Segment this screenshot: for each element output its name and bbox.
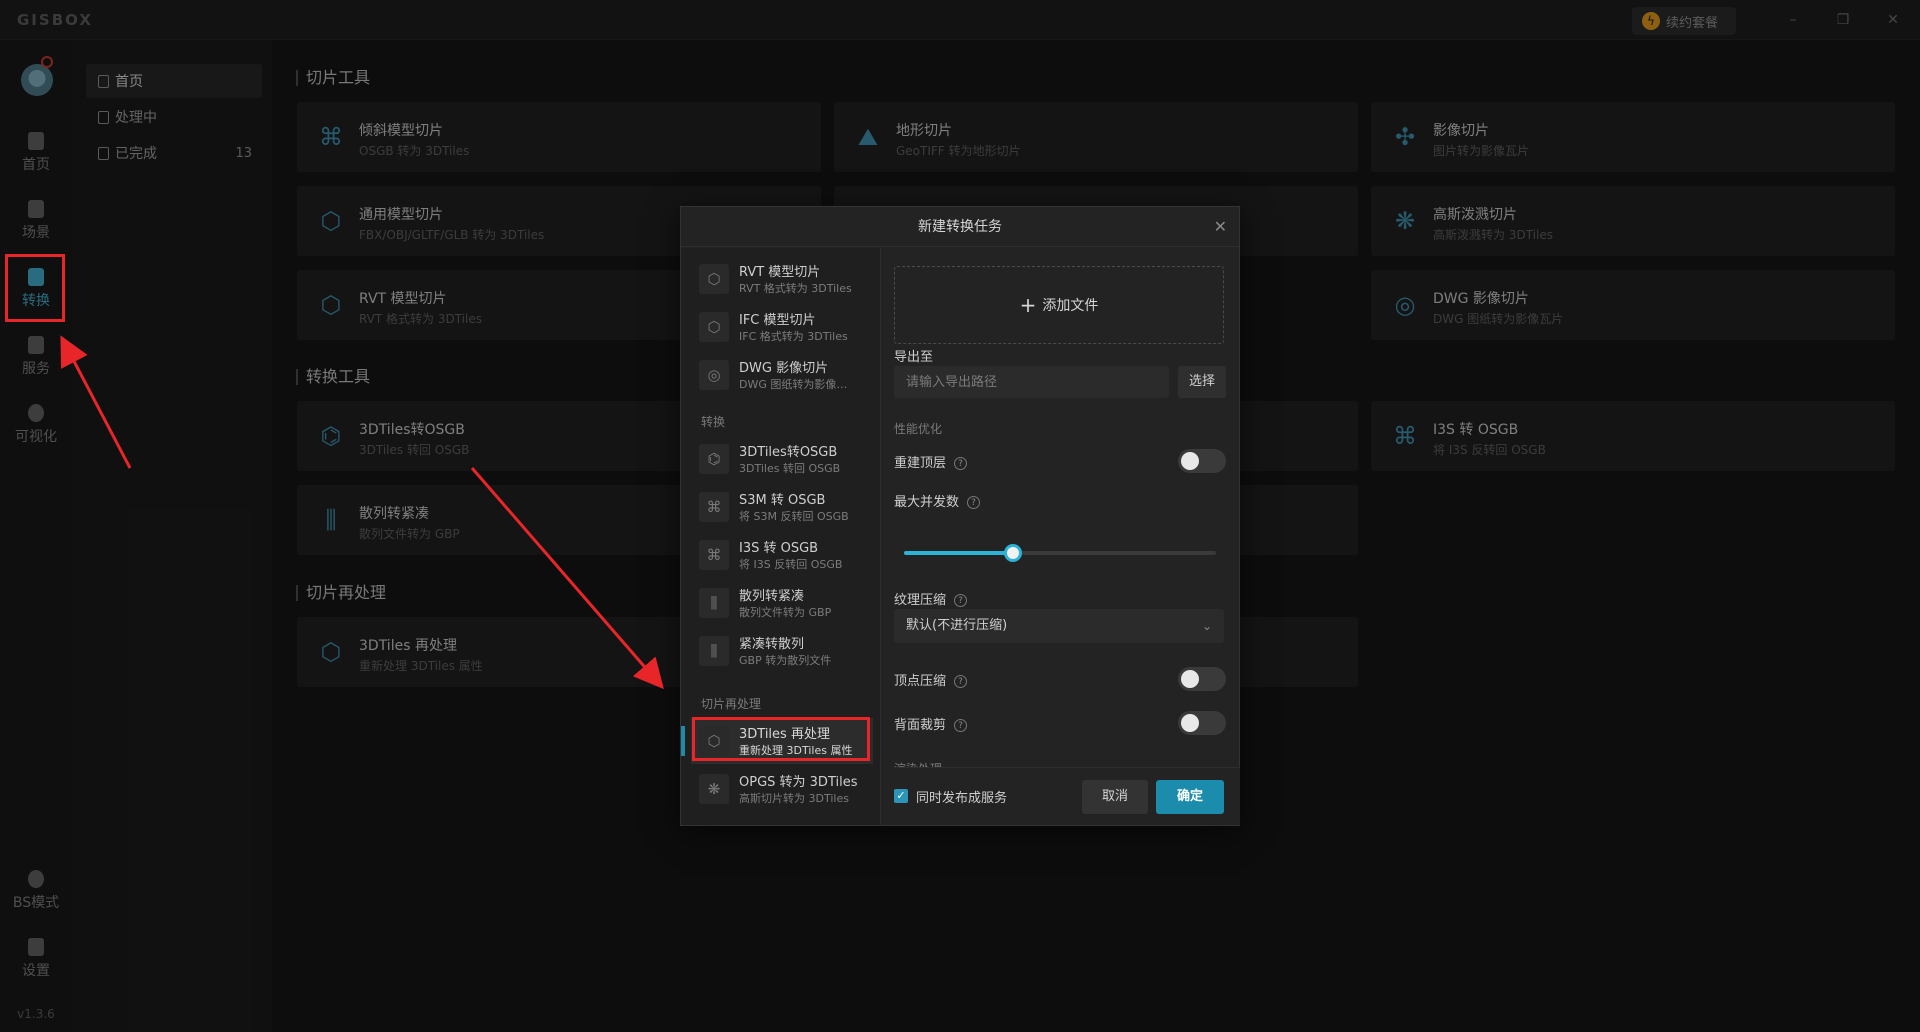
perf-section-label: 性能优化: [894, 422, 943, 436]
task-item-i3s-osgb[interactable]: ⌘ I3S 转 OSGB 将 I3S 反转回 OSGB: [691, 532, 873, 578]
task-item-compact-hash[interactable]: ⫼ 紧凑转散列 GBP 转为散列文件: [691, 628, 873, 674]
help-icon[interactable]: ?: [954, 675, 968, 688]
publish-label: 同时发布成服务: [916, 791, 1008, 806]
group-label-convert: 转换: [701, 415, 726, 429]
task-item-title: RVT 模型切片: [739, 265, 821, 280]
task-item-dwg[interactable]: ◎ DWG 影像切片 DWG 图纸转为影像…: [691, 352, 873, 398]
vertex-compress-toggle[interactable]: [1178, 667, 1226, 691]
task-item-3dtiles-osgb[interactable]: ⌬ 3DTiles转OSGB 3DTiles 转回 OSGB: [691, 436, 873, 482]
backface-cull-label: 背面裁剪?: [894, 714, 968, 733]
dialog-footer: ✓ 同时发布成服务 取消 确定: [894, 767, 1240, 825]
task-item-title: S3M 转 OSGB: [739, 493, 826, 508]
task-item-subtitle: 散列文件转为 GBP: [739, 606, 832, 619]
dialog-title: 新建转换任务: [681, 207, 1239, 247]
backface-cull-toggle[interactable]: [1178, 711, 1226, 735]
texture-compress-label: 纹理压缩?: [894, 589, 968, 608]
convert-icon: ⌬: [699, 444, 729, 474]
help-icon[interactable]: ?: [954, 594, 968, 607]
dwg-icon: ◎: [699, 360, 729, 390]
task-item-title: 散列转紧凑: [739, 589, 805, 604]
texture-select-value: 默认(不进行压缩): [906, 618, 1008, 633]
concurrency-slider[interactable]: [904, 544, 1216, 562]
hash-icon: ⫼: [699, 588, 729, 618]
help-icon[interactable]: ?: [954, 457, 968, 470]
task-item-rvt[interactable]: ⬡ RVT 模型切片 RVT 格式转为 3DTiles: [691, 256, 873, 302]
task-item-subtitle: 高斯切片转为 3DTiles: [739, 792, 849, 805]
add-file-label: 添加文件: [1042, 298, 1099, 314]
vertex-compress-text: 顶点压缩: [894, 674, 947, 689]
help-icon[interactable]: ?: [967, 496, 981, 509]
max-concurrency-label: 最大并发数?: [894, 491, 981, 510]
s3m-icon: ⌘: [699, 492, 729, 522]
plus-icon: +: [1019, 293, 1037, 317]
task-item-subtitle: 3DTiles 转回 OSGB: [739, 462, 841, 475]
add-file-dropzone[interactable]: + 添加文件: [894, 266, 1224, 344]
cube-icon: ⬡: [699, 264, 729, 294]
backface-cull-text: 背面裁剪: [894, 718, 947, 733]
slider-fill: [904, 551, 1014, 555]
task-item-subtitle: DWG 图纸转为影像…: [739, 378, 848, 391]
publish-checkbox[interactable]: ✓: [894, 789, 908, 803]
texture-compress-text: 纹理压缩: [894, 593, 947, 608]
task-item-subtitle: IFC 格式转为 3DTiles: [739, 330, 848, 343]
rebuild-top-toggle[interactable]: [1178, 449, 1226, 473]
max-concurrency-text: 最大并发数: [894, 495, 960, 510]
rebuild-top-label: 重建顶层?: [894, 452, 968, 471]
slider-thumb[interactable]: [1004, 544, 1023, 562]
task-item-title: I3S 转 OSGB: [739, 541, 819, 556]
export-path-input[interactable]: [894, 366, 1169, 398]
task-item-title: 紧凑转散列: [739, 637, 805, 652]
gaussian-icon: ❋: [699, 774, 729, 804]
task-item-subtitle: RVT 格式转为 3DTiles: [739, 282, 852, 295]
task-item-title: IFC 模型切片: [739, 313, 816, 328]
chevron-down-icon: ⌄: [1201, 619, 1212, 633]
task-item-s3m-osgb[interactable]: ⌘ S3M 转 OSGB 将 S3M 反转回 OSGB: [691, 484, 873, 530]
vertex-compress-label: 顶点压缩?: [894, 670, 968, 689]
task-item-title: DWG 影像切片: [739, 361, 829, 376]
choose-path-button[interactable]: 选择: [1178, 366, 1226, 398]
group-label-reprocess: 切片再处理: [701, 697, 762, 711]
toggle-knob: [1181, 452, 1199, 470]
i3s-icon: ⌘: [699, 540, 729, 570]
task-item-opgs[interactable]: ❋ OPGS 转为 3DTiles 高斯切片转为 3DTiles: [691, 766, 873, 812]
annotation-box-reprocess: [692, 717, 870, 761]
task-item-hash-compact[interactable]: ⫼ 散列转紧凑散列文件转为 GBP: [691, 580, 873, 626]
task-item-subtitle: GBP 转为散列文件: [739, 654, 832, 667]
task-item-subtitle: 将 I3S 反转回 OSGB: [739, 558, 843, 571]
compact-icon: ⫼: [699, 636, 729, 666]
export-label: 导出至: [894, 350, 934, 365]
help-icon[interactable]: ?: [954, 719, 968, 732]
task-item-ifc[interactable]: ⬡ IFC 模型切片 IFC 格式转为 3DTiles: [691, 304, 873, 350]
task-item-title: 3DTiles转OSGB: [739, 445, 838, 460]
rebuild-top-text: 重建顶层: [894, 456, 947, 471]
confirm-button[interactable]: 确定: [1156, 780, 1224, 814]
toggle-knob: [1181, 714, 1199, 732]
annotation-box-convert: [5, 254, 65, 322]
cube-icon: ⬡: [699, 312, 729, 342]
active-indicator: [681, 726, 685, 756]
cancel-button[interactable]: 取消: [1082, 780, 1148, 814]
dialog-close-icon[interactable]: ✕: [1214, 207, 1227, 247]
texture-compress-select[interactable]: 默认(不进行压缩) ⌄: [894, 609, 1224, 643]
toggle-knob: [1181, 670, 1199, 688]
task-item-title: OPGS 转为 3DTiles: [739, 775, 858, 790]
task-item-subtitle: 将 S3M 反转回 OSGB: [739, 510, 849, 523]
